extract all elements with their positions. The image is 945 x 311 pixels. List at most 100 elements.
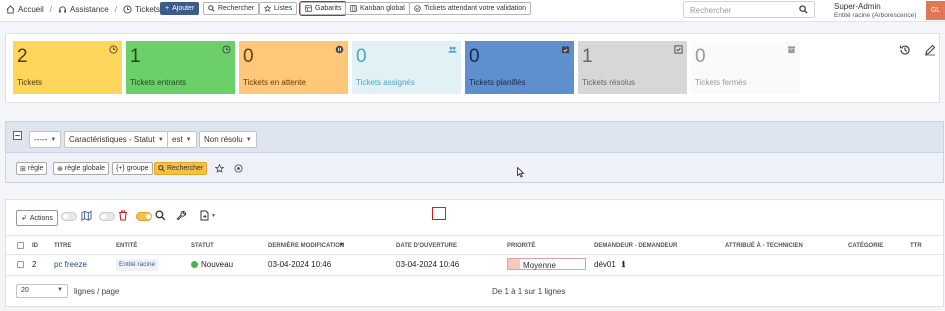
star-icon <box>264 5 271 12</box>
pause-icon <box>335 45 344 54</box>
stat-label: Tickets en attente <box>243 78 306 87</box>
info-icon[interactable]: ℹ <box>622 260 625 269</box>
add-button[interactable]: + Ajouter <box>160 2 200 15</box>
check-circle-icon <box>414 5 421 12</box>
avatar[interactable]: GL <box>926 1 945 20</box>
toggle-switch[interactable] <box>61 212 77 221</box>
plus-circle-icon: ⊕ <box>57 165 63 173</box>
search-button[interactable]: Rechercher <box>203 2 260 15</box>
column-ttr[interactable]: TTR <box>910 243 922 249</box>
column-priority[interactable]: PRIORITÉ <box>507 243 535 249</box>
value-select[interactable]: Non résolu ▼ <box>199 131 257 148</box>
wrench-icon[interactable] <box>176 210 187 221</box>
column-technician[interactable]: ATTRIBUÉ À - TECHNICIEN <box>725 243 803 249</box>
stat-count: 1 <box>582 46 593 67</box>
column-entity[interactable]: ENTITÉ <box>116 243 137 249</box>
stat-card[interactable]: 1 Tickets entrants <box>126 41 235 94</box>
toggle-switch[interactable] <box>99 212 115 221</box>
chevron-down-icon: ▼ <box>157 136 164 143</box>
column-requester[interactable]: DEMANDEUR - DEMANDEUR <box>594 243 677 249</box>
chevron-down-icon: ▼ <box>245 136 252 143</box>
stat-count: 2 <box>17 46 28 67</box>
column-id[interactable]: ID <box>32 243 38 249</box>
reset-search-icon[interactable] <box>234 164 243 173</box>
tickets-clock-icon <box>123 5 132 14</box>
validation-button[interactable]: Tickets attendant votre validation <box>409 2 532 15</box>
highlight-box <box>432 207 446 220</box>
stat-card[interactable]: 2 Tickets <box>13 41 122 94</box>
breadcrumb: Accueil / Assistance / Tickets <box>6 5 160 14</box>
calendar-icon <box>561 45 570 54</box>
column-last-modified[interactable]: DERNIÈRE MODIFICATION <box>268 243 344 249</box>
search-criteria-panel: ----- ▼ Caractéristiques - Statut ▼ est ▼ N… <box>5 121 944 183</box>
chevron-down-icon: ▼ <box>57 287 63 293</box>
home-icon <box>6 5 15 14</box>
add-global-rule-button[interactable]: ⊕ règle globale <box>53 162 109 175</box>
search-icon[interactable] <box>155 210 166 221</box>
header-top-border <box>6 235 943 236</box>
select-all-checkbox[interactable] <box>17 242 24 249</box>
stat-label: Tickets fermés <box>695 78 747 87</box>
column-status[interactable]: STATUT <box>191 243 214 249</box>
page-size-select[interactable]: 20 ▼ <box>16 284 68 298</box>
trash-icon[interactable] <box>118 210 128 221</box>
field-select[interactable]: Caractéristiques - Statut ▼ <box>64 131 169 148</box>
ticket-list-panel: ↲ Actions ▼ ID TITRE ENTITÉ STATUT DERNI… <box>5 199 944 307</box>
header-bottom-border <box>6 254 943 255</box>
column-title[interactable]: TITRE <box>54 243 71 249</box>
edit-icon[interactable] <box>924 44 936 56</box>
stat-card[interactable]: 0 Tickets en attente <box>239 41 348 94</box>
ticket-stats-panel: 2 Tickets 1 Tickets entrants 0 Tickets en att… <box>5 33 940 103</box>
run-search-button[interactable]: Rechercher <box>154 162 208 175</box>
toggle-switch-on[interactable] <box>136 212 152 221</box>
column-category[interactable]: CATÉGORIE <box>848 243 883 249</box>
search-icon[interactable] <box>799 5 808 14</box>
stat-card[interactable]: 0 Tickets assignés <box>352 41 461 94</box>
stat-card[interactable]: 0 Tickets fermés <box>691 41 800 94</box>
templates-button[interactable]: Gabarits <box>298 1 348 16</box>
stat-card[interactable]: 0 Tickets planifiés <box>465 41 574 94</box>
check-square-icon <box>674 45 683 54</box>
global-search-input[interactable]: Rechercher <box>683 1 815 18</box>
headset-icon <box>59 6 66 13</box>
breadcrumb-home[interactable]: Accueil <box>18 5 44 14</box>
add-group-button[interactable]: {+} groupe <box>112 162 153 175</box>
search-placeholder: Rechercher <box>690 6 732 15</box>
stat-card[interactable]: 1 Tickets résolus <box>578 41 687 94</box>
history-icon[interactable] <box>899 44 911 56</box>
user-menu[interactable]: Super-Admin Entité racine (Arborescence) <box>834 2 916 20</box>
stat-count: 0 <box>243 46 254 67</box>
chevron-down-icon: ▼ <box>50 136 57 143</box>
breadcrumb-separator: / <box>114 5 117 14</box>
chevron-down-icon[interactable]: ▼ <box>211 213 216 219</box>
clock-icon <box>109 45 118 54</box>
breadcrumb-assistance[interactable]: Assistance <box>70 5 109 14</box>
collapse-icon[interactable] <box>13 131 22 140</box>
users-icon <box>448 46 457 53</box>
plus-square-icon: ⊞ <box>20 165 26 173</box>
column-opened[interactable]: DATE D'OUVERTURE <box>396 243 457 249</box>
export-file-icon[interactable] <box>200 210 209 221</box>
stat-label: Tickets <box>17 78 43 87</box>
stat-label: Tickets entrants <box>130 78 187 87</box>
link-select[interactable]: ----- ▼ <box>29 131 62 148</box>
breadcrumb-separator: / <box>49 5 53 14</box>
add-rule-button[interactable]: ⊞ règle <box>16 162 48 175</box>
save-search-star-icon[interactable] <box>215 164 224 173</box>
breadcrumb-tickets[interactable]: Tickets <box>135 5 160 14</box>
page-size-label: lignes / page <box>74 287 120 296</box>
archive-icon <box>787 46 796 54</box>
user-entity: Entité racine (Arborescence) <box>834 12 917 19</box>
stat-label: Tickets assignés <box>356 78 415 87</box>
lists-button[interactable]: Listes <box>259 2 298 15</box>
cell-title[interactable]: pc freeze <box>54 260 87 269</box>
status-new-icon <box>191 261 198 268</box>
criteria-row: ----- ▼ Caractéristiques - Statut ▼ est ▼ N… <box>6 122 943 153</box>
kanban-button[interactable]: Kanban global <box>345 2 410 15</box>
operator-select[interactable]: est ▼ <box>167 131 197 148</box>
map-icon[interactable] <box>81 210 92 221</box>
mouse-cursor-icon <box>517 167 525 178</box>
cell-status: Nouveau <box>191 260 233 269</box>
row-checkbox[interactable] <box>17 261 24 268</box>
actions-button[interactable]: ↲ Actions <box>16 210 58 226</box>
